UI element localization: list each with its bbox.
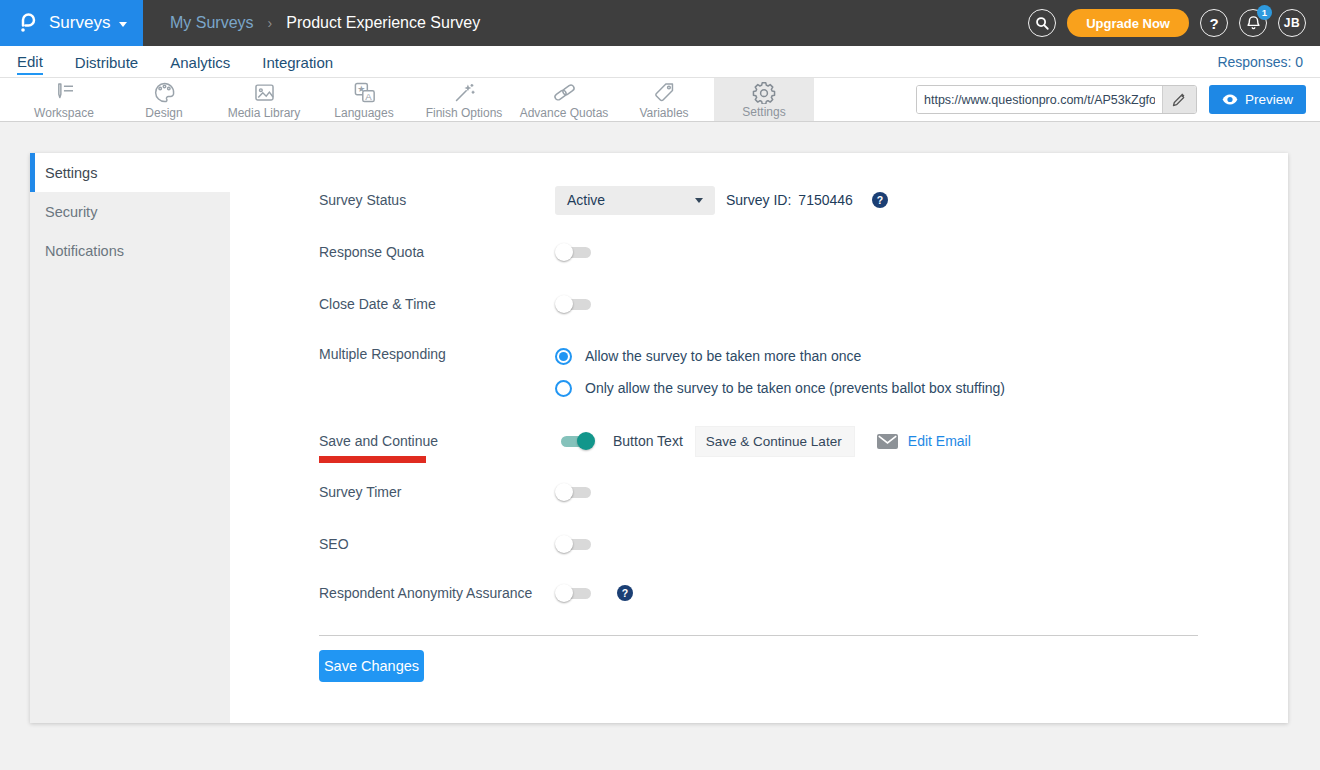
anonymity-row: Respondent Anonymity Assurance ? (319, 583, 1288, 603)
finish-options-icon (452, 80, 477, 105)
main-nav-tabs: Edit Distribute Analytics Integration Re… (0, 46, 1320, 78)
product-switcher[interactable]: Surveys (0, 0, 143, 46)
survey-url-input[interactable] (917, 86, 1162, 113)
close-date-toggle[interactable] (555, 294, 595, 314)
save-continue-label: Save and Continue (319, 433, 555, 449)
edit-email-link[interactable]: Edit Email (877, 433, 971, 449)
seo-toggle[interactable] (555, 534, 595, 554)
advance-quotas-icon (552, 80, 577, 105)
survey-status-dropdown[interactable]: Active (555, 186, 715, 215)
response-quota-row: Response Quota (319, 242, 1288, 262)
workspace-icon (52, 80, 77, 105)
radio-icon[interactable] (555, 348, 572, 365)
svg-text:A: A (365, 90, 372, 101)
save-continue-row: Save and Continue Button Text Edit Email (319, 425, 1288, 457)
tab-distribute[interactable]: Distribute (75, 50, 138, 74)
responses-count: Responses: 0 (1217, 54, 1303, 70)
tab-integration[interactable]: Integration (262, 50, 333, 74)
red-underline-marker (319, 456, 426, 463)
survey-timer-toggle[interactable] (555, 482, 595, 502)
breadcrumb-separator: › (268, 15, 273, 31)
top-bar: Surveys My Surveys › Product Experience … (0, 0, 1320, 46)
button-text-input[interactable] (695, 426, 855, 457)
breadcrumb: My Surveys › Product Experience Survey (170, 14, 480, 32)
editor-toolbar: Workspace Design Media Library ★ A Langu… (0, 78, 1320, 122)
response-quota-label: Response Quota (319, 244, 555, 260)
chevron-down-icon (119, 22, 127, 27)
toolbar-item-design[interactable]: Design (114, 78, 214, 121)
survey-status-label: Survey Status (319, 192, 555, 208)
survey-url-group (916, 85, 1197, 114)
media-library-icon (252, 80, 277, 105)
survey-timer-label: Survey Timer (319, 484, 555, 500)
help-button[interactable]: ? (1200, 9, 1228, 37)
edit-url-button[interactable] (1162, 86, 1196, 113)
eye-icon (1222, 94, 1238, 105)
languages-icon: ★ A (352, 80, 377, 105)
close-date-label: Close Date & Time (319, 296, 555, 312)
questionpro-logo-icon (16, 11, 40, 35)
sidebar-item-settings[interactable]: Settings (30, 153, 230, 192)
preview-button[interactable]: Preview (1209, 85, 1306, 114)
save-changes-button[interactable]: Save Changes (319, 650, 424, 682)
settings-content: Survey Status Active Survey ID: 7150446 … (230, 153, 1288, 723)
pencil-icon (1172, 93, 1186, 107)
close-date-row: Close Date & Time (319, 294, 1288, 314)
response-quota-toggle[interactable] (555, 242, 595, 262)
email-icon (877, 434, 898, 449)
radio-only-once[interactable]: Only allow the survey to be taken once (… (555, 378, 1005, 398)
button-text-label: Button Text (613, 433, 683, 449)
toolbar-item-variables[interactable]: Variables (614, 78, 714, 121)
anonymity-help-icon[interactable]: ? (617, 585, 633, 601)
sidebar-item-security[interactable]: Security (30, 192, 230, 231)
tab-analytics[interactable]: Analytics (170, 50, 230, 74)
toolbar-item-languages[interactable]: ★ A Languages (314, 78, 414, 121)
tab-edit[interactable]: Edit (17, 49, 43, 75)
radio-icon[interactable] (555, 380, 572, 397)
breadcrumb-my-surveys[interactable]: My Surveys (170, 14, 254, 32)
notification-badge: 1 (1257, 5, 1272, 20)
settings-workspace: Settings Security Notifications Survey S… (0, 122, 1320, 769)
design-icon (152, 80, 177, 105)
settings-card: Settings Security Notifications Survey S… (30, 153, 1288, 723)
seo-label: SEO (319, 536, 555, 552)
search-icon (1035, 16, 1050, 31)
radio-allow-multiple[interactable]: Allow the survey to be taken more than o… (555, 346, 1005, 366)
product-name: Surveys (49, 13, 110, 33)
chevron-down-icon (695, 198, 703, 203)
toolbar-item-settings[interactable]: Settings (714, 78, 814, 121)
multiple-responding-row: Multiple Responding Allow the survey to … (319, 346, 1288, 398)
toolbar-item-finish-options[interactable]: Finish Options (414, 78, 514, 121)
breadcrumb-current-survey: Product Experience Survey (286, 14, 480, 32)
survey-id-value: 7150446 (798, 192, 853, 208)
avatar[interactable]: JB (1278, 9, 1306, 37)
notifications-button[interactable]: 1 (1239, 9, 1267, 37)
multiple-responding-label: Multiple Responding (319, 346, 555, 362)
toolbar-item-workspace[interactable]: Workspace (14, 78, 114, 121)
survey-status-row: Survey Status Active Survey ID: 7150446 … (319, 185, 1288, 215)
anonymity-toggle[interactable] (555, 583, 595, 603)
seo-row: SEO (319, 534, 1288, 554)
toolbar-item-advance-quotas[interactable]: Advance Quotas (514, 78, 614, 121)
survey-id-help-icon[interactable]: ? (872, 192, 888, 208)
divider (319, 635, 1198, 636)
save-continue-toggle[interactable] (555, 431, 595, 451)
search-button[interactable] (1028, 9, 1056, 37)
sidebar-item-notifications[interactable]: Notifications (30, 231, 230, 270)
survey-timer-row: Survey Timer (319, 482, 1288, 502)
settings-sidebar: Settings Security Notifications (30, 153, 230, 723)
toolbar-item-media-library[interactable]: Media Library (214, 78, 314, 121)
variables-icon (652, 80, 677, 105)
upgrade-now-button[interactable]: Upgrade Now (1067, 9, 1189, 37)
anonymity-label: Respondent Anonymity Assurance (319, 585, 555, 601)
settings-icon (752, 80, 776, 104)
survey-id-label: Survey ID: (726, 192, 791, 208)
